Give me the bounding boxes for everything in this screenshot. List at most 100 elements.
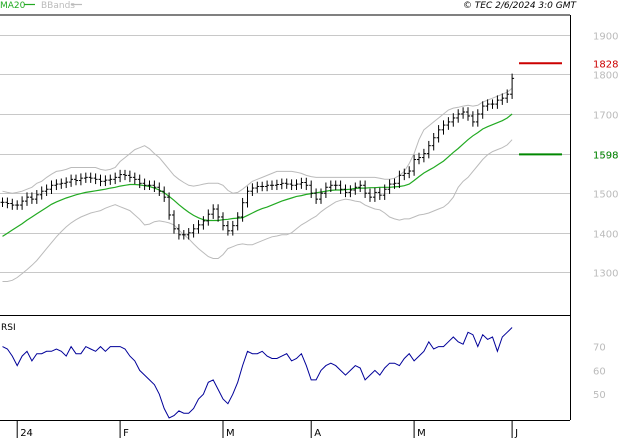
bbands-legend-label: BBands <box>41 1 75 11</box>
ohlc-bar <box>348 185 353 198</box>
ohlc-bar <box>167 192 172 220</box>
ohlc-bar <box>181 230 186 240</box>
ohlc-bar <box>15 200 20 210</box>
price-y-tick-label: 1900 <box>593 32 618 43</box>
ohlc-bar <box>221 212 225 231</box>
ohlc-bar <box>294 179 299 191</box>
date-tick-label: M <box>417 428 426 439</box>
ohlc-bar <box>309 180 314 198</box>
price-y-tick-label: 1400 <box>593 230 618 241</box>
ohlc-bar <box>201 216 206 230</box>
price-y-tick-label: 1500 <box>593 190 618 201</box>
ohlc-bar <box>10 198 15 210</box>
ohlc-bar <box>113 172 118 185</box>
ohlc-bar <box>132 172 137 185</box>
ohlc-bar <box>206 209 211 226</box>
date-tick-label: M <box>226 428 235 439</box>
ohlc-bar <box>284 178 289 189</box>
ohlc-bar <box>127 170 132 183</box>
ohlc-bar <box>83 172 88 183</box>
price-y-tick-label: 1800 <box>593 71 618 82</box>
ohlc-bar <box>196 220 201 234</box>
ohlc-bar <box>88 172 93 183</box>
ohlc-bar <box>216 204 221 222</box>
ohlc-bar <box>402 168 407 181</box>
ohlc-bar <box>490 99 495 109</box>
ohlc-bar <box>5 197 10 209</box>
rsi-y-tick-label: 50 <box>593 390 606 401</box>
rsi-line-group <box>2 327 513 419</box>
ohlc-bar <box>59 178 64 189</box>
ohlc-bar <box>260 181 265 192</box>
ohlc-bar <box>49 180 54 194</box>
ohlc-bar <box>510 73 515 99</box>
ohlc-bar <box>461 107 466 119</box>
ohlc-bar <box>407 166 412 179</box>
ohlc-bar <box>279 178 284 190</box>
price-bars <box>0 73 515 240</box>
rsi-line <box>2 327 513 419</box>
ohlc-bar <box>152 180 157 193</box>
price-level-label: 1828 <box>593 59 618 70</box>
ohlc-bar <box>54 179 59 191</box>
ohlc-bar <box>451 113 456 127</box>
rsi-y-axis: 50 60 70 <box>593 343 606 402</box>
ohlc-bar <box>20 196 25 210</box>
ohlc-bar <box>270 180 274 191</box>
ohlc-bar <box>314 188 319 204</box>
ohlc-bar <box>34 190 39 204</box>
ohlc-bar <box>446 117 451 130</box>
ohlc-bar <box>358 180 363 193</box>
ohlc-bar <box>480 101 485 119</box>
ohlc-bar <box>245 186 250 208</box>
ohlc-bar <box>338 180 343 194</box>
ohlc-bar <box>137 174 142 189</box>
ohlc-bar <box>412 154 417 176</box>
ohlc-bar <box>64 177 69 189</box>
ma20-legend-label: MA20 <box>0 1 26 11</box>
rsi-panel-title: RSI <box>1 323 16 333</box>
ohlc-bar <box>323 182 328 198</box>
ohlc-bar <box>103 175 108 187</box>
ohlc-bar <box>363 180 368 198</box>
ohlc-bar <box>191 224 196 238</box>
ohlc-bar <box>470 111 475 127</box>
date-tick-label: F <box>123 428 129 439</box>
ohlc-bar <box>93 173 98 185</box>
ohlc-bar <box>78 173 83 186</box>
ohlc-bar <box>299 177 304 189</box>
price-y-tick-label: 1700 <box>593 111 618 122</box>
ohlc-bar <box>456 109 461 123</box>
date-tick-label: J <box>514 428 518 439</box>
ohlc-bar <box>29 192 34 204</box>
ohlc-bar <box>211 204 216 219</box>
ohlc-bar <box>118 169 123 183</box>
rsi-y-tick-label: 60 <box>593 366 606 377</box>
ohlc-bar <box>475 109 480 127</box>
ohlc-bar <box>289 179 294 191</box>
ohlc-bar <box>426 140 431 159</box>
ohlc-bar <box>69 174 74 187</box>
ohlc-bar <box>235 212 240 231</box>
ohlc-bar <box>255 181 260 193</box>
price-level-label: 1598 <box>593 150 618 161</box>
ohlc-bar <box>368 188 372 202</box>
ohlc-bar <box>0 197 5 208</box>
ohlc-bar <box>441 120 446 135</box>
ohlc-bar <box>495 95 500 109</box>
ohlc-bar <box>421 148 426 163</box>
ohlc-bar <box>274 179 279 191</box>
ohlc-bar <box>436 125 441 143</box>
ohlc-bar <box>397 170 402 189</box>
ohlc-bar <box>431 133 436 151</box>
copyright-label: © TEC 2/6/2024 3:0 GMT <box>463 1 578 11</box>
ohlc-bar <box>333 180 338 191</box>
chart-canvas: MA20 BBands © TEC 2/6/2024 3:0 GMT RSI 1… <box>0 1 618 439</box>
date-tick-label: A <box>314 428 321 439</box>
ohlc-bar <box>108 174 113 185</box>
stock-chart: MA20 BBands © TEC 2/6/2024 3:0 GMT RSI 1… <box>0 0 627 440</box>
bbands-upper-line <box>2 87 513 194</box>
ohlc-bar <box>343 184 348 198</box>
rsi-y-tick-label: 70 <box>593 343 606 354</box>
date-tick-label: 24 <box>20 428 33 439</box>
